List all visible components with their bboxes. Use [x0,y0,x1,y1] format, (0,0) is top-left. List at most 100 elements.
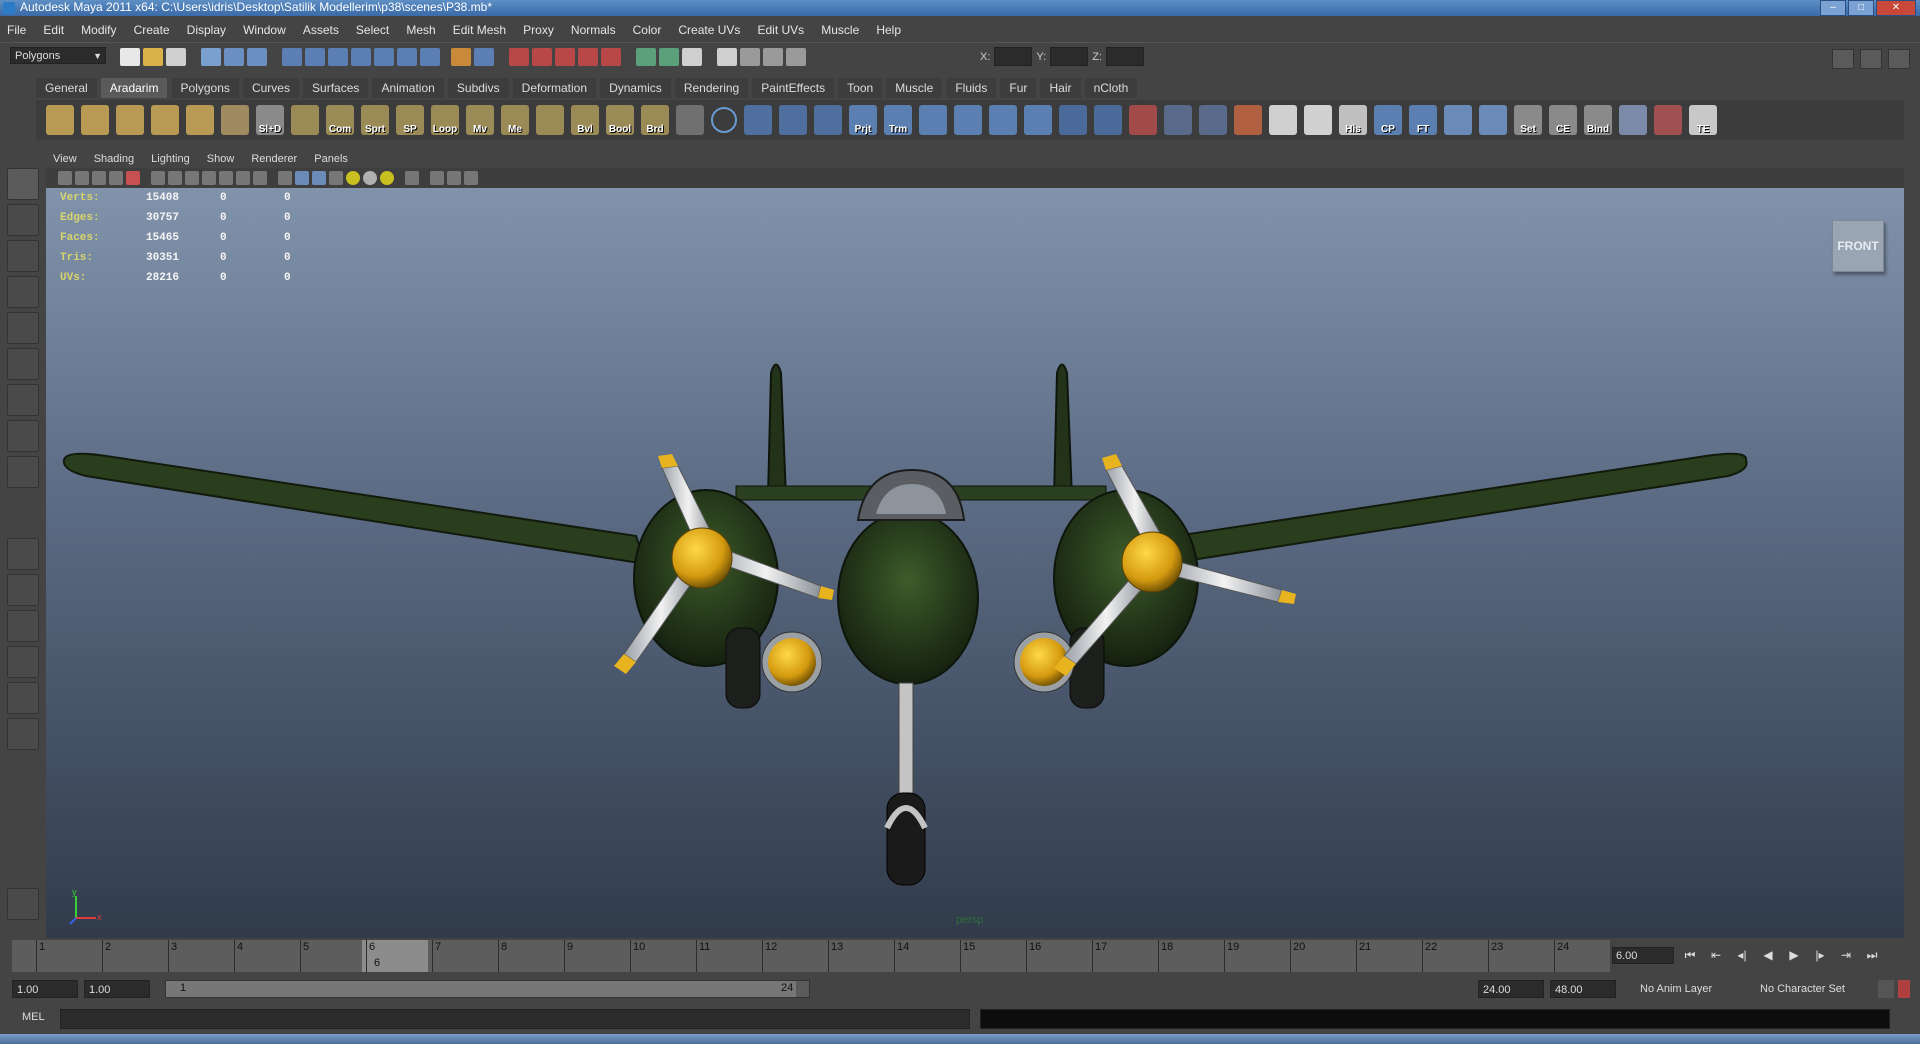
panel-menu-renderer[interactable]: Renderer [244,150,304,168]
cv-curve-icon[interactable] [744,105,772,135]
soft-mod-icon[interactable] [7,420,39,452]
edge-loop-icon[interactable]: Loop [431,105,459,135]
field-chart-icon[interactable] [219,171,233,185]
menu-edit-uvs[interactable]: Edit UVs [750,18,811,42]
ik-handle-icon[interactable] [1094,105,1122,135]
uv-editor-icon[interactable] [1304,105,1332,135]
mel-input[interactable] [60,1009,970,1029]
play-forwards-icon[interactable]: ▶ [1784,946,1804,964]
outliner-persp-icon[interactable] [7,610,39,642]
lock-icon[interactable] [451,48,471,66]
open-scene-icon[interactable] [143,48,163,66]
current-time-field[interactable]: 6.00 [1612,946,1674,964]
create-set-icon[interactable] [1479,105,1507,135]
graph-persp-icon[interactable] [7,646,39,678]
z-field[interactable] [1105,47,1144,66]
tab-hair[interactable]: Hair [1040,78,1081,98]
playback-start-field[interactable]: 1.00 [84,980,150,998]
safe-title-icon[interactable] [253,171,267,185]
extrude-curve-icon[interactable] [1024,105,1052,135]
end-time-field[interactable]: 48.00 [1550,980,1616,998]
film-gate-icon[interactable] [168,171,182,185]
render-settings-icon[interactable] [555,48,575,66]
help-icon[interactable] [420,48,440,66]
rotate-tool-icon[interactable] [7,312,39,344]
wireframe-on-shaded-icon[interactable] [312,171,326,185]
aircraft-model[interactable] [46,188,1904,938]
menu-mesh[interactable]: Mesh [399,18,442,42]
menu-edit[interactable]: Edit [36,18,71,42]
component-editor-icon[interactable]: CE [1549,105,1577,135]
display-layer-icon[interactable] [1444,105,1472,135]
menu-display[interactable]: Display [180,18,233,42]
hypershade-icon[interactable] [578,48,598,66]
safe-action-icon[interactable] [236,171,250,185]
input-line-icon[interactable] [636,48,656,66]
backface-icon[interactable] [464,171,478,185]
panel-menu-shading[interactable]: Shading [87,150,141,168]
tab-animation[interactable]: Animation [372,78,444,98]
isolate-select-icon[interactable] [405,171,419,185]
split-icon[interactable]: Sprt [361,105,389,135]
trim-icon[interactable]: Trm [884,105,912,135]
menu-assets[interactable]: Assets [296,18,346,42]
display-panel-icon[interactable] [682,48,702,66]
menu-help[interactable]: Help [869,18,908,42]
menu-set-dropdown[interactable]: Polygons ▼ [10,47,106,64]
select-component-icon[interactable] [247,48,267,66]
snap-point-icon[interactable] [328,48,348,66]
tool-settings-toggle[interactable] [1860,49,1882,69]
tab-muscle[interactable]: Muscle [886,78,943,98]
tab-subdivs[interactable]: Subdivs [447,78,509,98]
ipr-render-icon[interactable] [532,48,552,66]
select-camera-icon[interactable] [58,171,72,185]
skeleton-icon[interactable] [1164,105,1192,135]
move-tool-icon[interactable] [7,276,39,308]
tab-polygons[interactable]: Polygons [171,78,239,98]
lasso-tool-icon[interactable] [7,204,39,236]
feather-icon[interactable] [676,105,704,135]
revolve-icon[interactable] [954,105,982,135]
poly-sphere-icon[interactable] [81,105,109,135]
tab-fur[interactable]: Fur [1000,78,1037,98]
maximize-button[interactable]: □ [1848,0,1874,16]
construction-icon[interactable] [474,48,494,66]
attribute-editor-toggle[interactable] [1832,49,1854,69]
single-view-icon[interactable] [7,538,39,570]
hypershade-persp-icon[interactable] [7,682,39,714]
boolean-icon[interactable]: Bool [606,105,634,135]
bookmark-icon[interactable] [92,171,106,185]
go-to-end-icon[interactable]: ⏭ [1862,946,1882,964]
tab-deformation[interactable]: Deformation [512,78,597,98]
poly-cylinder-icon[interactable] [116,105,144,135]
wireframe-icon[interactable] [278,171,292,185]
tool-icon[interactable] [1654,105,1682,135]
merge-vertex-icon[interactable]: Mv [466,105,494,135]
last-tool-icon[interactable] [7,456,39,488]
playback-end-field[interactable]: 24.00 [1478,980,1544,998]
outliner-graph-icon[interactable] [7,718,39,750]
bridge-icon[interactable]: Brd [641,105,669,135]
tab-curves[interactable]: Curves [242,78,299,98]
two-d-pan-icon[interactable] [126,171,140,185]
poly-torus-icon[interactable] [186,105,214,135]
menu-color[interactable]: Color [626,18,669,42]
absolute-mode-icon[interactable] [763,48,783,66]
paint-weights-icon[interactable] [1234,105,1262,135]
combine-mesh-icon[interactable]: Com [326,105,354,135]
mel-label[interactable]: MEL [22,1011,45,1023]
menu-modify[interactable]: Modify [74,18,123,42]
menu-file[interactable]: File [0,18,33,42]
time-slider[interactable]: 6 1 2 3 4 5 6 7 8 9 10 11 12 13 14 15 16 17 18 19 20 21 22 23 2… [12,940,1610,972]
tab-dynamics[interactable]: Dynamics [600,78,671,98]
y-field[interactable] [1050,47,1089,66]
gate-mask-icon[interactable] [202,171,216,185]
image-plane-icon[interactable] [109,171,123,185]
select-hierarchy-icon[interactable] [201,48,221,66]
start-time-field[interactable]: 1.00 [12,980,78,998]
minimize-button[interactable]: – [1820,0,1846,16]
resolution-gate-icon[interactable] [185,171,199,185]
extrude-icon[interactable] [536,105,564,135]
menu-edit-mesh[interactable]: Edit Mesh [446,18,513,42]
select-object-icon[interactable] [224,48,244,66]
